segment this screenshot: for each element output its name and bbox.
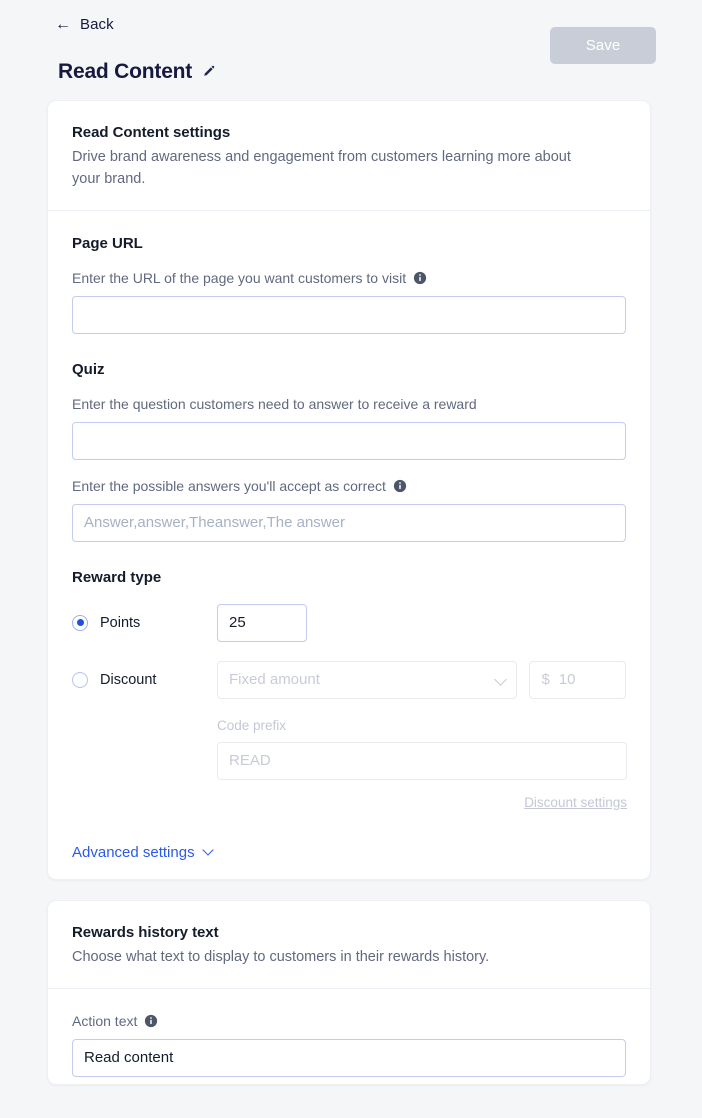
quiz-question-label-text: Enter the question customers need to ans… <box>72 395 477 412</box>
page-root: ← Back Read Content Save Read Content se… <box>0 0 702 1118</box>
page-title: Read Content <box>58 60 193 84</box>
rewards-history-card: Rewards history text Choose what text to… <box>47 900 651 1085</box>
back-button-label: Back <box>80 16 114 33</box>
radio-discount-indicator <box>72 671 88 688</box>
reward-row-discount: Discount Fixed amount $ 10 <box>72 660 626 699</box>
points-value-input[interactable] <box>217 603 307 642</box>
discount-type-select[interactable]: Fixed amount <box>217 660 518 699</box>
save-button[interactable]: Save <box>550 27 656 64</box>
quiz-question-label: Enter the question customers need to ans… <box>72 396 626 412</box>
action-text-input[interactable] <box>72 1038 626 1077</box>
action-text-label: Action text <box>72 1013 626 1029</box>
code-prefix-label: Code prefix <box>217 717 287 733</box>
radio-discount[interactable]: Discount <box>72 671 217 688</box>
radio-discount-label: Discount <box>100 671 157 688</box>
radio-points-label: Points <box>100 614 141 631</box>
settings-card-body: Page URL Enter the URL of the page you w… <box>48 211 650 886</box>
page-url-input[interactable] <box>72 295 626 334</box>
radio-points[interactable]: Points <box>72 614 217 631</box>
pencil-icon[interactable] <box>202 65 216 79</box>
settings-card-header: Read Content settings Drive brand awaren… <box>48 101 650 211</box>
quiz-answers-label-text: Enter the possible answers you'll accept… <box>72 477 386 494</box>
advanced-settings-label: Advanced settings <box>72 843 195 861</box>
advanced-settings-toggle[interactable]: Advanced settings <box>72 843 214 861</box>
radio-points-indicator <box>72 614 88 631</box>
info-icon[interactable] <box>144 1014 158 1028</box>
title-row: Read Content <box>58 47 216 96</box>
history-card-header: Rewards history text Choose what text to… <box>48 901 650 989</box>
info-icon[interactable] <box>413 271 427 285</box>
history-card-body: Action text <box>48 989 650 1101</box>
section-title-reward-type: Reward type <box>72 568 162 586</box>
discount-settings-link[interactable]: Discount settings <box>524 795 627 810</box>
discount-amount-input[interactable]: $ 10 <box>529 660 626 699</box>
settings-card-title: Read Content settings <box>72 124 231 141</box>
discount-settings-link-row: Discount settings <box>217 794 627 812</box>
discount-type-select-value: Fixed amount <box>229 671 320 688</box>
page-header: ← Back Read Content Save <box>0 0 702 95</box>
code-prefix-group: Code prefix <box>217 717 627 780</box>
reward-row-points: Points <box>72 603 626 642</box>
section-title-page-url: Page URL <box>72 234 143 252</box>
discount-amount-placeholder: 10 <box>558 671 576 688</box>
quiz-question-input[interactable] <box>72 421 626 460</box>
action-text-label-text: Action text <box>72 1012 138 1029</box>
arrow-left-icon: ← <box>55 15 71 33</box>
chevron-down-icon <box>201 844 214 856</box>
history-card-subtitle: Choose what text to display to customers… <box>72 949 490 965</box>
section-title-quiz: Quiz <box>72 360 105 378</box>
read-content-settings-card: Read Content settings Drive brand awaren… <box>47 100 651 880</box>
settings-card-subtitle: Drive brand awareness and engagement fro… <box>72 149 571 187</box>
code-prefix-input[interactable] <box>217 741 627 780</box>
info-icon[interactable] <box>393 479 407 493</box>
page-url-label-text: Enter the URL of the page you want custo… <box>72 269 407 286</box>
history-card-title: Rewards history text <box>72 924 219 941</box>
quiz-answers-input[interactable] <box>72 503 626 542</box>
chevron-down-icon <box>494 672 508 686</box>
back-button[interactable]: ← Back <box>55 16 114 33</box>
currency-symbol: $ <box>541 671 550 688</box>
page-url-label: Enter the URL of the page you want custo… <box>72 270 626 286</box>
quiz-answers-label: Enter the possible answers you'll accept… <box>72 478 626 494</box>
